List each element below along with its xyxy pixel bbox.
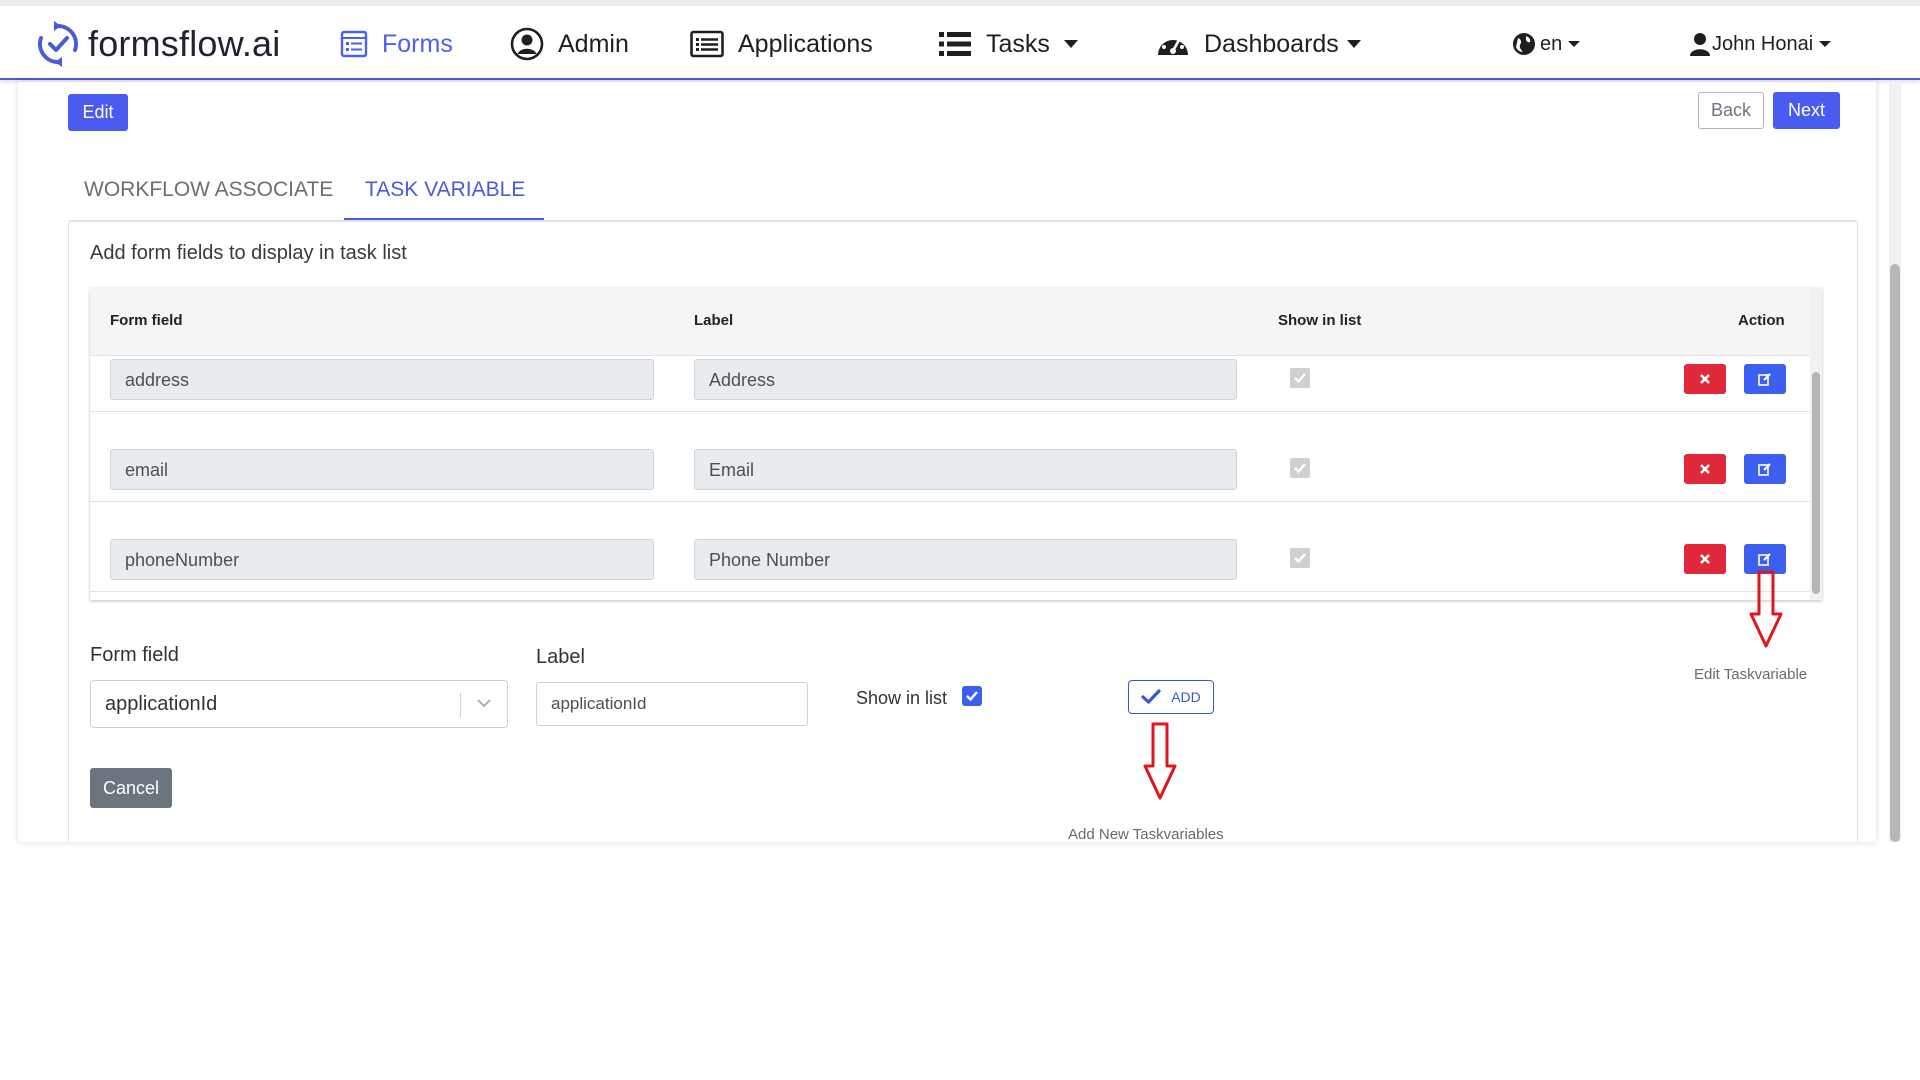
table-row: email Email — [90, 412, 1810, 502]
page-scrollbar-thumb[interactable] — [1890, 264, 1900, 842]
checkmark-icon — [966, 691, 978, 702]
top-navbar: formsflow.ai Forms Admin Applications Ta… — [0, 6, 1920, 80]
nav-forms[interactable]: Forms — [340, 24, 453, 64]
add-button[interactable]: ADD — [1128, 680, 1214, 714]
table-row: phoneNumber Phone Number — [90, 502, 1810, 592]
form-field-select-value: applicationId — [105, 693, 218, 715]
delete-button[interactable] — [1684, 544, 1726, 574]
user-name: John Honai — [1712, 32, 1814, 55]
row-show-in-list-checkbox — [1290, 548, 1310, 568]
table-header: Form field Label Show in list Action — [90, 288, 1810, 356]
edit-taskvariable-annotation: Edit Taskvariable — [1694, 666, 1808, 683]
checkmark-icon — [1141, 689, 1161, 704]
row-form-field: address — [110, 359, 654, 400]
section-title: Add form fields to display in task list — [90, 242, 407, 264]
nav-admin-label: Admin — [558, 29, 629, 58]
language-label: en — [1540, 32, 1563, 55]
main-content: Edit Back Next WORKFLOW ASSOCIATE TASK V… — [18, 82, 1876, 842]
row-show-in-list-checkbox — [1290, 458, 1310, 478]
user-circle-icon — [510, 27, 544, 61]
brand-name: formsflow.ai — [88, 23, 281, 64]
next-button[interactable]: Next — [1773, 92, 1840, 129]
nav-tasks[interactable]: Tasks — [938, 24, 1078, 64]
annotation-arrow-icon — [1749, 570, 1783, 648]
nav-applications[interactable]: Applications — [690, 24, 873, 64]
nav-forms-label: Forms — [382, 29, 453, 58]
user-icon — [1690, 33, 1710, 56]
nav-admin[interactable]: Admin — [510, 24, 629, 64]
select-separator — [460, 693, 461, 717]
user-menu[interactable]: John Honai — [1690, 24, 1832, 64]
close-icon — [1700, 374, 1710, 384]
add-new-taskvariables-annotation: Add New Taskvariables — [1068, 826, 1224, 842]
row-form-field: phoneNumber — [110, 539, 654, 580]
row-label: Phone Number — [694, 539, 1237, 580]
close-icon — [1700, 554, 1710, 564]
globe-icon — [1513, 33, 1535, 55]
nav-dashboards[interactable]: Dashboards — [1156, 24, 1361, 64]
brand[interactable]: formsflow.ai — [34, 16, 280, 72]
annotation-arrow-icon — [1143, 722, 1177, 800]
dashboard-gauge-icon — [1158, 34, 1188, 55]
chevron-down-icon — [1568, 41, 1581, 47]
label-input[interactable]: applicationId — [536, 682, 808, 726]
nav-dashboards-label: Dashboards — [1204, 29, 1339, 58]
edit-icon — [1758, 373, 1771, 386]
chevron-down-icon — [1819, 41, 1832, 47]
show-in-list-checkbox[interactable] — [962, 686, 982, 706]
active-tab-indicator — [344, 218, 544, 220]
edit-row-button[interactable] — [1744, 364, 1786, 394]
add-button-label: ADD — [1171, 689, 1201, 705]
form-field-select[interactable]: applicationId — [90, 680, 508, 728]
chevron-down-icon — [477, 699, 491, 708]
cancel-button[interactable]: Cancel — [90, 768, 172, 808]
list-alt-icon — [690, 30, 724, 58]
formsflow-logo-icon — [37, 21, 79, 67]
delete-button[interactable] — [1684, 454, 1726, 484]
edit-row-button[interactable] — [1744, 454, 1786, 484]
task-variable-table: address Address email Email phoneNumber … — [90, 288, 1822, 600]
show-in-list-label: Show in list — [856, 688, 948, 708]
row-form-field: email — [110, 449, 654, 490]
tab-task-variable[interactable]: TASK VARIABLE — [365, 178, 525, 218]
table-scrollbar-thumb[interactable] — [1812, 372, 1820, 594]
delete-button[interactable] — [1684, 364, 1726, 394]
close-icon — [1700, 464, 1710, 474]
checkmark-icon — [1294, 463, 1306, 474]
edit-icon — [1758, 553, 1771, 566]
tasks-list-icon — [939, 32, 971, 56]
back-button[interactable]: Back — [1698, 92, 1764, 129]
tab-workflow-associate[interactable]: WORKFLOW ASSOCIATE — [84, 178, 333, 218]
chevron-down-icon — [1346, 40, 1361, 48]
chevron-down-icon — [1063, 40, 1078, 48]
column-header-action: Action — [1738, 312, 1785, 329]
language-selector[interactable]: en — [1512, 24, 1581, 64]
column-header-label: Label — [694, 312, 734, 329]
form-field-label: Form field — [90, 644, 179, 666]
column-header-show-in-list: Show in list — [1278, 312, 1362, 329]
label-field-label: Label — [536, 646, 585, 668]
checkmark-icon — [1294, 373, 1306, 384]
row-label: Address — [694, 359, 1237, 400]
form-icon — [340, 30, 368, 58]
checkmark-icon — [1294, 553, 1306, 564]
row-label: Email — [694, 449, 1237, 490]
nav-tasks-label: Tasks — [986, 29, 1050, 58]
edit-button[interactable]: Edit — [68, 94, 128, 131]
column-header-form-field: Form field — [110, 312, 183, 329]
row-show-in-list-checkbox — [1290, 368, 1310, 388]
edit-icon — [1758, 463, 1771, 476]
nav-applications-label: Applications — [738, 29, 873, 58]
